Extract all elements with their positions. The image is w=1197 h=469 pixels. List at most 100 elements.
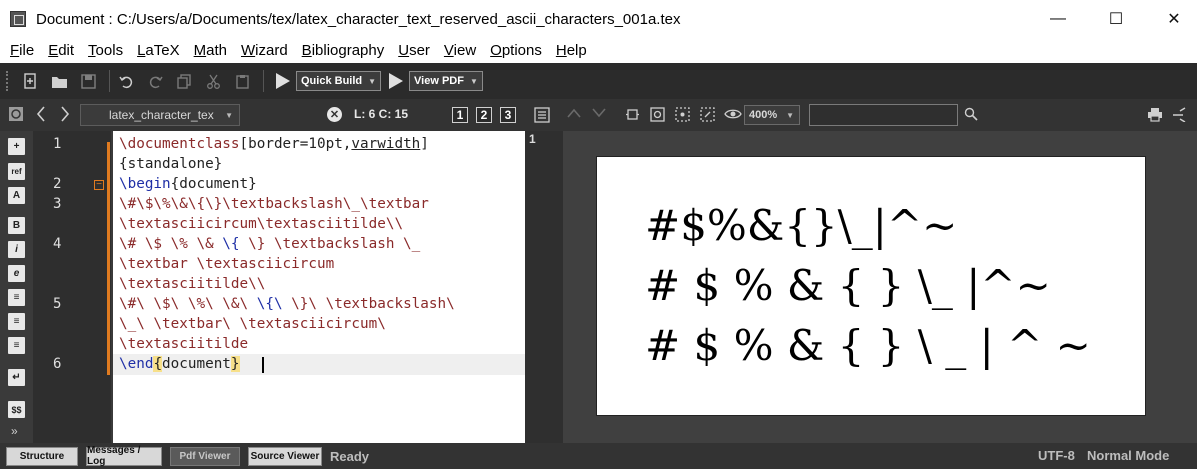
view-3-button[interactable]: 3 [500, 107, 516, 123]
structure-toggle-icon[interactable] [8, 106, 24, 122]
zoom-fit-icon[interactable] [675, 107, 690, 122]
close-document-icon[interactable]: ✕ [327, 107, 342, 122]
open-file-select[interactable]: latex_character_tex ▼ [80, 104, 240, 126]
align-left-icon[interactable]: ≡ [8, 289, 25, 306]
display-math-icon[interactable]: $$ [8, 401, 25, 418]
code-line: \textasciitilde [119, 336, 249, 352]
new-file-icon[interactable] [18, 69, 42, 93]
toolbar-separator [109, 70, 110, 92]
tab-source-viewer[interactable]: Source Viewer [248, 446, 322, 466]
pdf-page-number: 1 [529, 132, 536, 146]
next-page-icon[interactable] [591, 107, 607, 119]
fit-width-icon[interactable] [625, 107, 640, 122]
fold-marker-icon[interactable]: − [94, 180, 104, 190]
view-2-button[interactable]: 2 [476, 107, 492, 123]
view-command-select[interactable]: View PDF ▼ [409, 71, 483, 91]
title-bar: Document : C:/Users/a/Documents/tex/late… [0, 0, 1197, 38]
back-arrow-icon[interactable] [36, 105, 46, 123]
align-right-icon[interactable]: ≡ [8, 337, 25, 354]
tab-messages-log[interactable]: Messages / Log [86, 445, 162, 467]
font-icon[interactable]: A [8, 187, 25, 204]
menu-wizard[interactable]: Wizard [234, 42, 295, 59]
paste-icon[interactable] [230, 69, 254, 93]
change-marker [107, 142, 110, 375]
pdf-page: #$%&{}\_|^~ # $ % & { } \_ |^~ # $ % & {… [596, 156, 1146, 416]
magnifier-eye-icon[interactable] [724, 107, 742, 121]
code-line: \# \$ \% \& \{ \} \textbackslash \_ [119, 236, 421, 252]
status-bar: Structure Messages / Log Pdf Viewer Sour… [0, 443, 1197, 469]
status-text: Ready [330, 448, 370, 464]
window-title: Document : C:/Users/a/Documents/tex/late… [36, 10, 681, 28]
line-number: 5 [53, 296, 62, 312]
search-icon[interactable] [964, 107, 978, 121]
pdf-search-input[interactable] [809, 104, 958, 126]
italic-icon[interactable]: i [8, 241, 25, 258]
insert-bracket-icon[interactable]: + [8, 138, 25, 155]
newline-icon[interactable]: ↵ [8, 369, 25, 386]
cursor-position: L: 6 C: 15 [354, 107, 409, 121]
emphasis-icon[interactable]: e [8, 265, 25, 282]
tab-structure[interactable]: Structure [6, 446, 78, 466]
maximize-button[interactable]: ☐ [1093, 0, 1139, 38]
source-editor[interactable]: \documentclass[border=10pt,varwidth] {st… [113, 131, 525, 443]
pdf-output-line: # $ % & { } \_ |^~ [645, 261, 1051, 310]
menu-bar: File Edit Tools LaTeX Math Wizard Biblio… [0, 38, 1197, 63]
list-view-icon[interactable] [534, 107, 550, 123]
code-line: \#\ \$\ \%\ \&\ \{\ \}\ \textbackslash\ [119, 296, 455, 312]
code-line: \textbar \textasciicircum [119, 256, 335, 272]
cut-icon[interactable] [201, 69, 225, 93]
menu-latex[interactable]: LaTeX [130, 42, 187, 59]
menu-view[interactable]: View [437, 42, 483, 59]
chevron-down-icon: ▼ [225, 110, 233, 120]
more-chevron-icon[interactable]: » [11, 424, 18, 438]
menu-user[interactable]: User [391, 42, 437, 59]
tab-pdf-viewer[interactable]: Pdf Viewer [170, 446, 240, 466]
align-center-icon[interactable]: ≡ [8, 313, 25, 330]
build-command-value: Quick Build [301, 75, 363, 87]
open-folder-icon[interactable] [47, 69, 71, 93]
code-line: {standalone} [119, 156, 223, 172]
menu-tools[interactable]: Tools [81, 42, 130, 59]
mode-indicator[interactable]: Normal Mode [1087, 448, 1169, 463]
copy-icon[interactable] [172, 69, 196, 93]
print-icon[interactable] [1147, 107, 1163, 122]
pdf-viewer[interactable]: #$%&{}\_|^~ # $ % & { } \_ |^~ # $ % & {… [563, 131, 1197, 443]
line-number: 3 [53, 196, 62, 212]
toolbar-separator [263, 70, 264, 92]
code-line: \_\ \textbar\ \textasciicircum\ [119, 316, 386, 332]
line-number: 1 [53, 136, 62, 152]
menu-help[interactable]: Help [549, 42, 594, 59]
menu-edit[interactable]: Edit [41, 42, 81, 59]
minimize-button[interactable]: — [1035, 0, 1081, 38]
redo-icon[interactable] [143, 69, 167, 93]
code-line: \documentclass[border=10pt,varwidth] [119, 136, 429, 152]
view-1-button[interactable]: 1 [452, 107, 468, 123]
pane-divider[interactable]: 1 [525, 131, 563, 443]
zoom-select[interactable]: 400% ▼ [744, 105, 800, 125]
undo-icon[interactable] [114, 69, 138, 93]
code-line: \textasciicircum\textasciitilde\\ [119, 216, 404, 232]
build-command-select[interactable]: Quick Build ▼ [296, 71, 382, 91]
app-icon [10, 11, 26, 27]
menu-math[interactable]: Math [187, 42, 234, 59]
open-file-name: latex_character_tex [109, 108, 214, 122]
toolbar-grip[interactable] [6, 71, 10, 91]
fit-page-icon[interactable] [650, 107, 665, 122]
menu-file[interactable]: File [0, 42, 41, 59]
menu-options[interactable]: Options [483, 42, 549, 59]
code-line: \#\$\%\&\{\}\textbackslash\_\textbar [119, 196, 429, 212]
view-run-icon[interactable] [389, 73, 404, 89]
forward-arrow-icon[interactable] [60, 105, 70, 123]
bold-icon[interactable]: B [8, 217, 25, 234]
reference-icon[interactable]: ref [8, 163, 25, 180]
menu-bibliography[interactable]: Bibliography [295, 42, 392, 59]
zoom-region-icon[interactable] [700, 107, 715, 122]
pdf-menu-icon[interactable] [1172, 107, 1188, 122]
save-icon[interactable] [76, 69, 100, 93]
build-run-icon[interactable] [276, 73, 290, 89]
encoding-indicator[interactable]: UTF-8 [1038, 448, 1075, 463]
prev-page-icon[interactable] [566, 107, 582, 119]
close-button[interactable]: ✕ [1151, 0, 1197, 38]
line-number: 4 [53, 236, 62, 252]
chevron-down-icon: ▼ [786, 110, 794, 120]
